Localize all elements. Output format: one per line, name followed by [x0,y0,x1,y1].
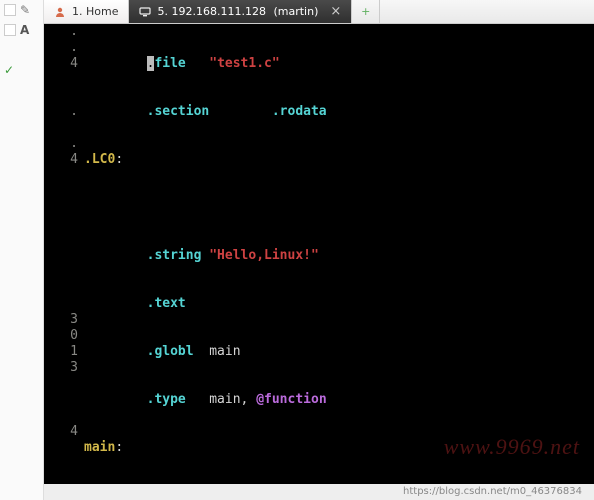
terminal[interactable]: ..4 . .4 3013 4 .file "test1.c" .section… [44,24,594,484]
code-line: .text [84,296,594,312]
code-line: main: [84,440,594,456]
plus-icon: + [361,5,370,18]
tab-bar: 1. Home 5. 192.168.111.128 (martin) × + [44,0,594,24]
monitor-icon [139,6,151,18]
code-line: .file "test1.c" [84,56,594,72]
code-line: .LC0: [84,152,594,168]
tab-ssh-session[interactable]: 5. 192.168.111.128 (martin) × [129,0,352,23]
blank-icon [4,24,16,36]
check-icon[interactable]: ✓ [4,63,14,77]
close-icon[interactable]: × [330,4,341,19]
left-gutter-toolbar: ✎ A ✓ [0,0,44,500]
home-icon [54,6,66,18]
code-line: .type main, @function [84,392,594,408]
code-line: .string "Hello,Linux!" [84,248,594,264]
line-gutter: ..4 . .4 3013 4 [44,24,84,484]
letter-a-icon[interactable]: A [20,23,29,37]
code-line [84,200,594,216]
tab-ssh-label: 5. 192.168.111.128 (martin) [157,5,318,18]
code-line: .globl main [84,344,594,360]
blank-icon [4,4,16,16]
code-line: .section .rodata [84,104,594,120]
tab-home[interactable]: 1. Home [44,0,129,23]
new-tab-button[interactable]: + [352,0,380,23]
edit-icon[interactable]: ✎ [20,3,30,17]
code-area[interactable]: .file "test1.c" .section .rodata .LC0: .… [84,24,594,484]
tab-home-label: 1. Home [72,5,118,18]
footer-url: https://blog.csdn.net/m0_46376834 [44,484,594,500]
